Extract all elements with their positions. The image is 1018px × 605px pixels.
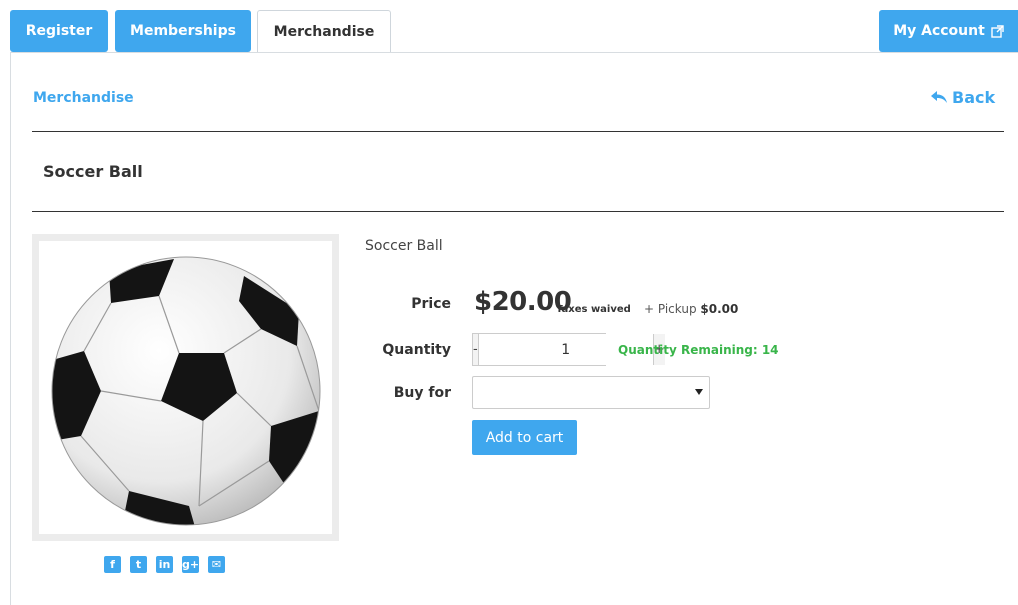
product-image-frame xyxy=(32,234,339,541)
page-title: Soccer Ball xyxy=(43,162,143,181)
tax-note: Taxes waived xyxy=(556,304,631,315)
facebook-icon[interactable]: f xyxy=(104,556,121,573)
back-link[interactable]: Back xyxy=(931,88,995,107)
buy-for-label: Buy for xyxy=(393,385,451,401)
quantity-label: Quantity xyxy=(382,342,451,358)
breadcrumb-merchandise[interactable]: Merchandise xyxy=(33,90,134,106)
add-to-cart-button[interactable]: Add to cart xyxy=(472,420,577,455)
product-image xyxy=(39,241,332,534)
price-label: Price xyxy=(411,296,451,312)
google-plus-icon[interactable]: g+ xyxy=(182,556,199,573)
quantity-remaining: Quantity Remaining: 14 xyxy=(618,343,779,357)
reply-arrow-icon xyxy=(931,91,947,103)
divider xyxy=(32,131,1004,132)
tab-merchandise[interactable]: Merchandise xyxy=(257,10,391,53)
pickup-fee: + Pickup $0.00 xyxy=(644,302,738,316)
pickup-prefix: + Pickup xyxy=(644,302,697,316)
dropdown-caret-icon xyxy=(695,389,703,395)
my-account-button[interactable]: My Account xyxy=(879,10,1018,52)
email-icon[interactable]: ✉ xyxy=(208,556,225,573)
my-account-label: My Account xyxy=(893,23,985,39)
divider xyxy=(32,211,1004,212)
tab-memberships[interactable]: Memberships xyxy=(115,10,251,52)
social-share-bar: f t in g+ ✉ xyxy=(104,556,225,573)
twitter-icon[interactable]: t xyxy=(130,556,147,573)
back-label: Back xyxy=(952,88,996,107)
buy-for-select[interactable] xyxy=(472,376,710,409)
pickup-price: $0.00 xyxy=(700,302,739,316)
top-nav: Register Memberships Merchandise My Acco… xyxy=(0,0,1018,58)
linkedin-icon[interactable]: in xyxy=(156,556,173,573)
product-name: Soccer Ball xyxy=(365,238,443,254)
tab-register[interactable]: Register xyxy=(10,10,108,52)
quantity-stepper: - + xyxy=(472,333,665,366)
external-link-icon xyxy=(991,24,1004,38)
